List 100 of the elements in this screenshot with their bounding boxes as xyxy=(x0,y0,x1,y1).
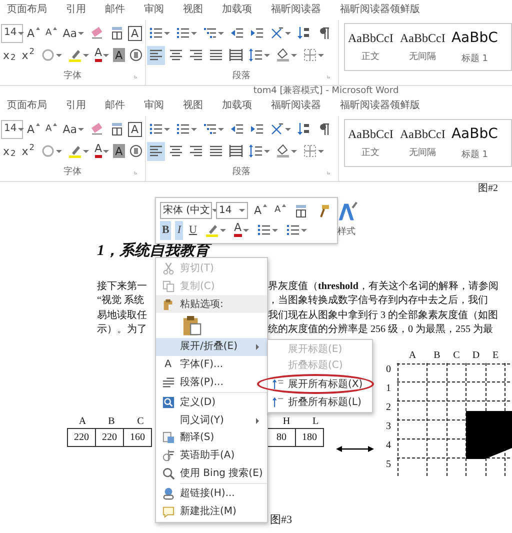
grow-font-button[interactable]: A xyxy=(25,120,42,138)
character-shading-button[interactable]: A xyxy=(113,48,125,62)
sort-icon xyxy=(296,122,311,136)
paste-icon xyxy=(162,298,174,311)
bold-button[interactable]: B xyxy=(160,220,172,240)
caret-icon xyxy=(262,204,267,208)
superscript-button[interactable]: x$^{2}$ xyxy=(20,46,37,64)
ribbon-tab[interactable]: 页面布局 xyxy=(7,101,47,111)
menu-item[interactable]: 段落(P)... xyxy=(156,373,267,391)
style-preview[interactable]: AaBbC xyxy=(451,124,498,145)
column-letter: A xyxy=(78,416,88,428)
style-name: 正文 xyxy=(362,147,380,160)
distributed-icon xyxy=(228,48,243,62)
menu-item[interactable]: 超链接(H)... xyxy=(156,484,267,503)
menu-item[interactable]: A 字体(F)... xyxy=(156,356,267,374)
column-letter: B xyxy=(432,349,442,363)
ribbon-tab[interactable]: 审阅 xyxy=(144,5,164,15)
style-preview[interactable]: AaBbCcI xyxy=(348,125,394,144)
group-label: 段落 xyxy=(232,166,251,180)
font-size-field[interactable]: 14 xyxy=(216,202,248,220)
font-color-button[interactable]: A xyxy=(92,46,112,64)
align-left-icon xyxy=(148,144,163,158)
style-preview[interactable]: AaBbCcI xyxy=(400,125,446,144)
menu-item[interactable]: 同义词(Y) xyxy=(156,412,267,430)
menu-section-header: 粘贴选项: xyxy=(180,298,224,312)
align-left-button[interactable] xyxy=(146,46,165,64)
scissors-icon xyxy=(162,262,174,276)
bullets-icon xyxy=(148,122,163,136)
ribbon-tab[interactable]: 视图 xyxy=(183,5,203,15)
subscript-button[interactable]: x$_{2}$ xyxy=(1,142,18,160)
shrink-font-button[interactable]: A xyxy=(44,120,59,138)
style-preview[interactable]: AaBbCcI xyxy=(348,29,394,48)
ribbon-tab[interactable]: 引用 xyxy=(66,5,86,15)
ribbon-tab[interactable]: 页面布局 xyxy=(7,5,47,15)
font-size-field[interactable]: 14 xyxy=(1,24,23,42)
caret-icon xyxy=(18,32,24,34)
change-case-button[interactable]: Aa xyxy=(60,24,86,42)
ribbon-tab[interactable]: 视图 xyxy=(183,101,203,111)
ribbon-tab[interactable]: 审阅 xyxy=(144,101,164,111)
menu-item[interactable]: 新建批注(M) xyxy=(156,502,267,520)
line-spacing-icon xyxy=(248,48,263,62)
menu-item[interactable]: 英语助手(A) xyxy=(156,446,267,464)
caret-icon xyxy=(52,26,57,30)
menu-item[interactable]: 折叠所有标题(L) xyxy=(268,394,372,410)
column-letter: H xyxy=(282,416,292,428)
table-cell: 220 xyxy=(95,428,124,447)
character-border-button[interactable]: A xyxy=(128,26,142,40)
ribbon-tab[interactable]: 加载项 xyxy=(222,5,252,15)
row-number: 2 xyxy=(385,401,392,415)
font-color-button[interactable]: A xyxy=(232,220,250,240)
ribbon-tab[interactable]: 加载项 xyxy=(222,101,252,111)
ribbon-tab[interactable]: 福昕阅读器领鲜版 xyxy=(340,101,420,111)
paragraph-text: 易地读取任 xyxy=(97,308,148,323)
caret-icon xyxy=(282,204,286,208)
align-left-button[interactable] xyxy=(146,142,165,160)
character-shading-button[interactable]: A xyxy=(113,144,125,158)
shrink-font-button[interactable]: A xyxy=(272,201,288,220)
grow-font-button[interactable]: A xyxy=(252,201,269,220)
group-label: 字体 xyxy=(63,70,82,84)
translate-icon xyxy=(162,431,174,444)
italic-button[interactable]: I xyxy=(175,220,184,240)
menu-item[interactable]: 展开/折叠(E) xyxy=(156,338,267,356)
font-size-field[interactable]: 14 xyxy=(1,120,23,138)
grow-font-button[interactable]: A xyxy=(25,24,42,42)
subscript-button[interactable]: x$_{2}$ xyxy=(1,46,18,64)
character-border-button[interactable]: A xyxy=(128,122,142,136)
column-letter: D xyxy=(471,349,481,363)
ribbon-tab[interactable]: 引用 xyxy=(66,101,86,111)
styles-button[interactable]: 样式 xyxy=(334,201,360,240)
shrink-font-button[interactable]: A xyxy=(44,24,59,42)
style-preview[interactable]: AaBbC xyxy=(451,28,498,49)
decrease-indent-icon xyxy=(230,122,244,136)
change-case-button[interactable]: Aa xyxy=(60,120,86,138)
paragraph-text: 示）。为了 xyxy=(97,322,148,338)
multilevel-icon xyxy=(202,122,217,136)
style-preview[interactable]: AaBbCcI xyxy=(400,29,446,48)
paragraph-text: 界灰度值（threshold，有关这个名词的解释，请参阅 xyxy=(268,280,498,294)
comment-icon xyxy=(162,504,174,518)
paragraph-text: 统的灰度值的分辨率是 256 级，0 为最黑，255 为最 xyxy=(268,322,493,338)
caret-icon xyxy=(36,122,40,126)
enclose-icon xyxy=(128,144,143,158)
underline-button[interactable]: U xyxy=(187,220,199,240)
menu-item[interactable]: 使用 Bing 搜索(E) xyxy=(156,464,267,482)
align-center-icon xyxy=(168,144,183,158)
ribbon-tab[interactable]: 福昕阅读器 xyxy=(271,5,321,15)
font-color-button[interactable]: A xyxy=(92,142,112,160)
multilevel-icon xyxy=(202,26,217,40)
menu-item[interactable]: 展开所有标题(X) xyxy=(268,374,372,394)
row-number: 5 xyxy=(385,458,392,472)
row-number: 1 xyxy=(385,382,392,396)
menu-item[interactable]: 定义(D) xyxy=(156,394,267,412)
style-name: 无间隔 xyxy=(409,51,436,64)
ribbon-tab[interactable]: 福昕阅读器 xyxy=(271,101,321,111)
superscript-button[interactable]: x$^{2}$ xyxy=(20,142,37,160)
menu-item[interactable]: 翻译(S) xyxy=(156,429,267,447)
column-letter: A xyxy=(408,349,418,363)
ribbon-tab[interactable]: 福昕阅读器领鲜版 xyxy=(340,5,420,15)
ribbon-tab[interactable]: 邮件 xyxy=(105,5,125,15)
ribbon-tab[interactable]: 邮件 xyxy=(105,101,125,111)
caret-icon xyxy=(78,128,84,130)
